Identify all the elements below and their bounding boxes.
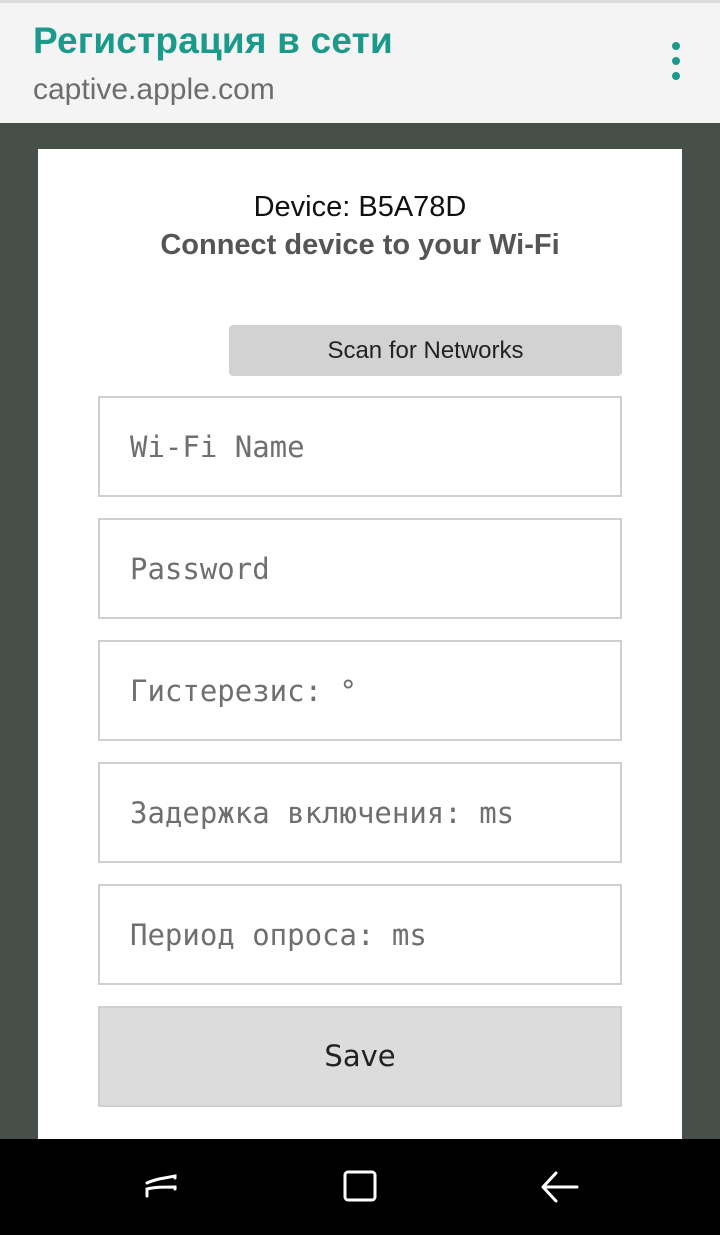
scan-networks-button[interactable]: Scan for Networks [229, 325, 622, 376]
poll-period-input[interactable] [98, 884, 622, 985]
system-navigation-bar [0, 1139, 720, 1235]
back-icon [541, 1171, 579, 1203]
hysteresis-input[interactable] [98, 640, 622, 741]
page-title: Регистрация в сети [33, 20, 393, 61]
recent-apps-icon [145, 1174, 177, 1198]
overflow-menu-button[interactable] [658, 39, 694, 83]
on-delay-input[interactable] [98, 762, 622, 863]
connect-instruction: Connect device to your Wi-Fi [160, 229, 560, 261]
more-vert-icon [672, 42, 680, 80]
back-button[interactable] [540, 1167, 580, 1207]
password-input[interactable] [98, 518, 622, 619]
web-content: Device: B5A78D Connect device to your Wi… [0, 123, 720, 1139]
home-icon [343, 1170, 377, 1202]
browser-app-bar: Регистрация в сети captive.apple.com [0, 0, 720, 123]
save-button[interactable]: Save [98, 1006, 622, 1107]
page-url: captive.apple.com [33, 73, 275, 106]
device-id-label: Device: B5A78D [253, 191, 467, 223]
setup-form-card: Device: B5A78D Connect device to your Wi… [38, 149, 682, 1139]
recent-apps-button[interactable] [141, 1167, 181, 1207]
home-button[interactable] [340, 1167, 380, 1207]
wifi-name-input[interactable] [98, 396, 622, 497]
